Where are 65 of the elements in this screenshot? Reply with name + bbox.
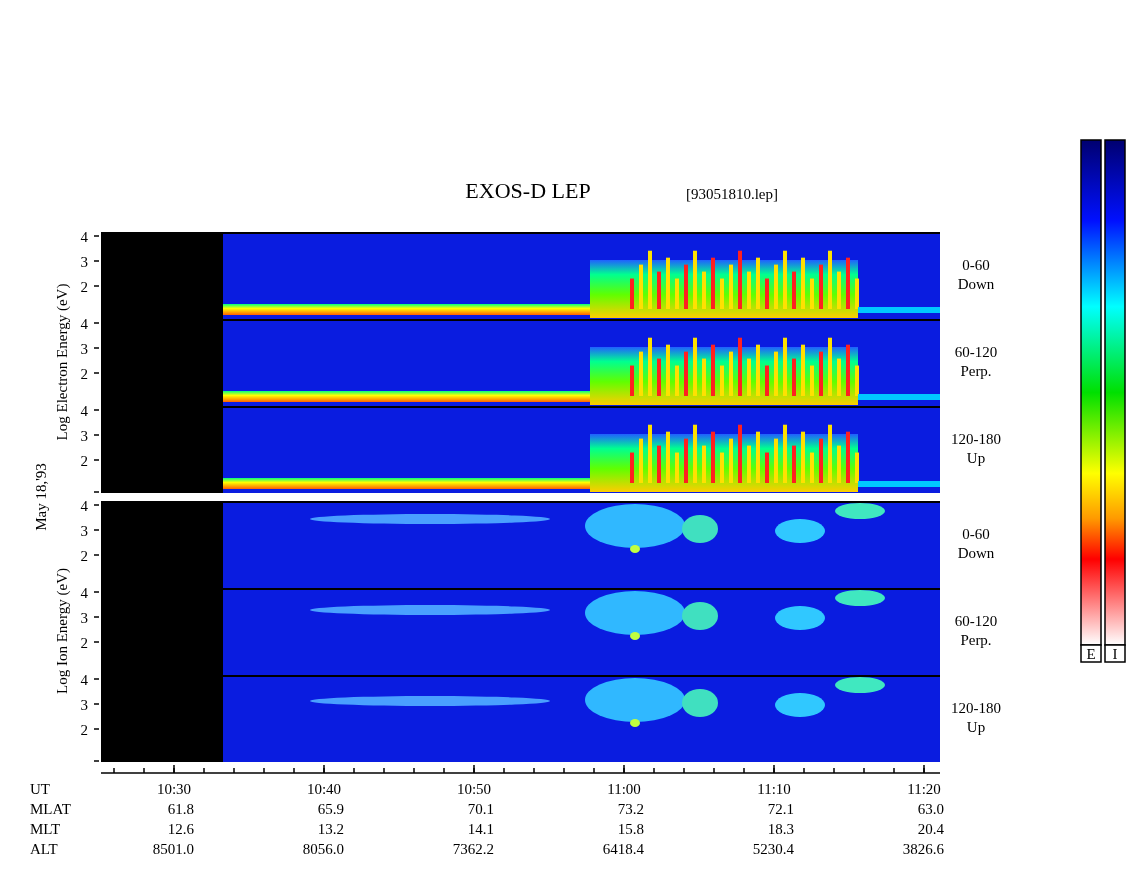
energy-tick-label: 4 xyxy=(80,672,88,688)
value-label: 70.1 xyxy=(467,801,494,817)
direction-label: Perp. xyxy=(960,363,992,379)
direction-label: Perp. xyxy=(960,632,992,648)
value-label: 3826.6 xyxy=(902,841,944,857)
energy-tick-label: 3 xyxy=(80,254,88,270)
energy-tick-label: 2 xyxy=(80,279,88,295)
value-label: 8501.0 xyxy=(152,841,194,857)
axis-label: Log Electron Energy (eV) xyxy=(54,283,70,441)
time-label: 11:10 xyxy=(757,781,791,797)
row-label: MLAT xyxy=(30,801,71,817)
date-label: May 18,'93 xyxy=(33,463,49,531)
pitch-angle-label: 120-180 xyxy=(951,431,1001,447)
energy-tick-label: 3 xyxy=(80,523,88,539)
value-label: 15.8 xyxy=(617,821,644,837)
time-label: 10:30 xyxy=(156,781,192,797)
value-label: 63.0 xyxy=(917,801,944,817)
direction-label: Down xyxy=(957,545,995,561)
energy-tick-label: 3 xyxy=(80,341,88,357)
value-label: 72.1 xyxy=(767,801,794,817)
direction-label: Up xyxy=(966,450,986,466)
color-scale-label: I xyxy=(1112,646,1118,662)
energy-tick-label: 4 xyxy=(80,316,88,332)
value-label: 18.3 xyxy=(767,821,794,837)
value-label: 8056.0 xyxy=(302,841,344,857)
value-label: 13.2 xyxy=(317,821,344,837)
energy-tick-label: 2 xyxy=(80,366,88,382)
energy-tick-label: 2 xyxy=(80,453,88,469)
value-label: 5230.4 xyxy=(752,841,794,857)
value-label: 61.8 xyxy=(167,801,194,817)
energy-tick-label: 2 xyxy=(80,635,88,651)
axis-label: Log Ion Energy (eV) xyxy=(54,568,70,694)
plot-title: EXOS-D LEP xyxy=(465,178,591,203)
value-label: 73.2 xyxy=(617,801,644,817)
value-label: 12.6 xyxy=(167,821,194,837)
energy-tick-label: 3 xyxy=(80,697,88,713)
energy-tick-label: 4 xyxy=(80,403,88,419)
energy-tick-label: 4 xyxy=(80,585,88,601)
pitch-angle-label: 0-60 xyxy=(962,526,990,542)
value-label: 6418.4 xyxy=(602,841,644,857)
energy-tick-label: 4 xyxy=(80,229,88,245)
time-label: 10:50 xyxy=(456,781,492,797)
energy-tick-label: 2 xyxy=(80,548,88,564)
value-label: 65.9 xyxy=(317,801,344,817)
file-label: [93051810.lep] xyxy=(685,186,779,202)
row-label: MLT xyxy=(30,821,61,837)
value-label: 14.1 xyxy=(467,821,494,837)
pitch-angle-label: 60-120 xyxy=(954,613,998,629)
row-label: UT xyxy=(30,781,50,797)
energy-tick-label: 3 xyxy=(80,428,88,444)
time-label: 11:00 xyxy=(607,781,641,797)
energy-tick-label: 3 xyxy=(80,610,88,626)
value-label: 20.4 xyxy=(917,821,944,837)
energy-tick-label: 4 xyxy=(80,498,88,514)
pitch-angle-label: 60-120 xyxy=(954,344,998,360)
energy-tick-label: 2 xyxy=(80,722,88,738)
row-label: ALT xyxy=(30,841,58,857)
time-label: 10:40 xyxy=(306,781,342,797)
color-scale-label: E xyxy=(1086,646,1096,662)
direction-label: Down xyxy=(957,276,995,292)
time-label: 11:20 xyxy=(907,781,941,797)
value-label: 7362.2 xyxy=(452,841,494,857)
pitch-angle-label: 120-180 xyxy=(951,700,1001,716)
direction-label: Up xyxy=(966,719,986,735)
pitch-angle-label: 0-60 xyxy=(962,257,990,273)
